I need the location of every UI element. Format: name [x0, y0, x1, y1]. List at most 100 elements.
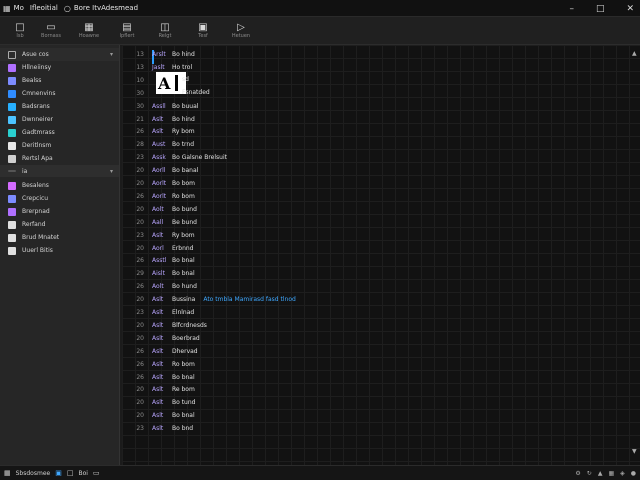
sidebar-item[interactable]: Rertsl Apa — [0, 152, 119, 165]
sidebar-item[interactable]: Besalens — [0, 179, 119, 192]
editor-row[interactable]: 20 Aslt Re bom — [122, 383, 622, 396]
editor-row[interactable]: 20 Aslt Blfcrdnesds — [122, 319, 622, 332]
editor-row[interactable]: 13 Arslt Bo hind — [122, 48, 622, 61]
editor-row[interactable]: 29 Aislt Bo bnal — [122, 267, 622, 280]
row-keyword: Aslt — [152, 296, 164, 304]
row-keyword: Assk — [152, 154, 166, 162]
sidebar-item[interactable]: Brud Mnatet — [0, 231, 119, 244]
close-icon[interactable]: ✕ — [626, 4, 634, 14]
minimize-icon[interactable]: – — [569, 4, 574, 14]
editor-row[interactable]: 26 Aslt Dhervad — [122, 345, 622, 358]
status-count: Boi — [78, 469, 88, 477]
sidebar-item[interactable]: Hllneiinsy — [0, 61, 119, 74]
vertical-scrollbar[interactable]: ▲ ▼ — [632, 50, 638, 455]
row-text: Bo hind — [172, 51, 195, 58]
editor-row[interactable]: 21 Aslt Bo hind — [122, 113, 622, 126]
sidebar-item[interactable]: Brerpnad — [0, 205, 119, 218]
sidebar-header[interactable]: Asue cos ▾ — [0, 48, 119, 61]
editor-row[interactable]: 23 Aslt Bo bnd — [122, 422, 622, 435]
editor-row[interactable]: 30 Assll Bo buual — [122, 100, 622, 113]
sidebar-item[interactable]: Badsrans — [0, 100, 119, 113]
sync-icon[interactable]: ↻ — [587, 470, 592, 477]
scroll-down-icon[interactable]: ▼ — [632, 448, 637, 455]
sidebar-item[interactable]: Crepcicu — [0, 192, 119, 205]
chevron-down-icon[interactable]: ▾ — [110, 168, 113, 175]
tool-button-6[interactable]: ▣ Tesf — [189, 17, 217, 45]
row-text: Dhervad — [172, 347, 198, 355]
menu-item-2[interactable]: ○ Bore ItvAdesmead — [61, 0, 141, 17]
sidebar-item-label: Brerpnad — [22, 208, 50, 215]
row-keyword: Aslt — [152, 231, 164, 239]
line-number: 23 — [136, 309, 144, 316]
editor-row[interactable]: 20 Aorll Bo banal — [122, 164, 622, 177]
row-keyword: Aust — [152, 141, 166, 149]
editor-row[interactable]: 23 Assk Bo Galsne Brelsuit — [122, 151, 622, 164]
editor-row[interactable]: 26 Aorlt Ro bom — [122, 190, 622, 203]
item-icon — [8, 141, 16, 150]
editor-row[interactable]: 20 Aslt Bo bnal — [122, 409, 622, 422]
editor-row[interactable]: 26 Aslt Ro bom — [122, 358, 622, 371]
sidebar-section[interactable]: ia ▾ — [0, 165, 119, 177]
line-number: 20 — [136, 296, 144, 304]
editor-row[interactable]: 26 Aslt Ry bom — [122, 125, 622, 138]
bell-icon[interactable]: ● — [631, 470, 636, 477]
editor-row[interactable]: 26 Aslt Bo bnal — [122, 371, 622, 384]
sidebar-item[interactable]: Rerfand — [0, 218, 119, 231]
row-link[interactable]: Ato tmbla Mamirasd fasd tlnod — [203, 296, 295, 303]
scroll-up-icon[interactable]: ▲ — [632, 50, 637, 57]
maximize-icon[interactable]: □ — [596, 4, 605, 14]
tool-button-2[interactable]: ▭ Bornass — [37, 17, 65, 45]
zoom-icon[interactable]: ◈ — [620, 470, 625, 477]
row-text: Boerbrad — [172, 334, 200, 342]
sidebar-item[interactable]: Cmnenvins — [0, 87, 119, 100]
item-icon — [8, 220, 16, 229]
editor-row[interactable]: 20 Aslt Bussina Ato tmbla Mamirasd fasd tln… — [122, 293, 622, 306]
tool-button-5[interactable]: ◫ Relgt — [151, 17, 179, 45]
screen-icon[interactable]: ▣ — [55, 469, 62, 477]
item-icon — [8, 233, 16, 242]
folder-icon[interactable]: ▭ — [93, 469, 100, 477]
network-icon[interactable]: ▲ — [598, 470, 603, 477]
editor-row[interactable]: 23 Aslt Ry bom — [122, 229, 622, 242]
editor-row[interactable]: 28 Aust Bo trnd — [122, 138, 622, 151]
sidebar-item[interactable]: Uuerl Bitis — [0, 244, 119, 257]
grid-icon[interactable]: ▦ — [4, 469, 11, 477]
editor-row[interactable]: 20 Aslt Bo tund — [122, 396, 622, 409]
row-text: Bo Galsne Brelsuit — [172, 154, 227, 162]
menu-item-1[interactable]: Ifleoitial — [27, 0, 61, 17]
chevron-down-icon[interactable]: ▾ — [110, 51, 113, 58]
line-number: 26 — [136, 128, 144, 136]
table-icon: ▦ — [84, 22, 94, 33]
sidebar-item[interactable]: Gadtmrass — [0, 126, 119, 139]
editor-row[interactable]: 23 Aslt Elnlnad — [122, 306, 622, 319]
editor-row[interactable]: 20 Aolt Bo bund — [122, 203, 622, 216]
tool-button-1[interactable]: □ Isb — [6, 17, 34, 45]
sidebar-item-label: Gadtmrass — [22, 129, 55, 136]
row-keyword: Aslt — [152, 386, 164, 394]
editor-grid[interactable]: 13 Arslt Bo hind 13 Jaslt Ho trol 10 30 30 Assll B… — [122, 45, 640, 465]
document-icon[interactable]: □ — [67, 469, 74, 477]
editor-row[interactable]: 20 Aall Be bund — [122, 216, 622, 229]
editor-row[interactable]: 26 Aolt Bo hund — [122, 280, 622, 293]
tool-button-7[interactable]: ▷ Hetuen — [227, 17, 255, 45]
settings-icon[interactable]: ⚙ — [575, 470, 580, 477]
tool-label: Isb — [16, 33, 24, 39]
editor-row[interactable]: 20 Aslt Boerbrad — [122, 332, 622, 345]
editor-row[interactable]: 26 Asstl Bo bnal — [122, 254, 622, 267]
menu-item-1-label: Ifleoitial — [29, 4, 58, 12]
line-number: 30 — [136, 89, 144, 97]
editor-row[interactable]: 20 Aorlt Bo bom — [122, 177, 622, 190]
app-menu[interactable]: ▦ Mo — [0, 0, 27, 17]
editor-row[interactable]: 13 Jaslt Ho trol — [122, 61, 622, 74]
line-number: 20 — [136, 244, 144, 252]
layout-icon[interactable]: ▦ — [608, 470, 614, 477]
sidebar-item[interactable]: Dwnneirer — [0, 113, 119, 126]
sidebar-item[interactable]: Bealss — [0, 74, 119, 87]
sidebar-item-label: Crepcicu — [22, 195, 49, 202]
item-icon — [8, 115, 16, 124]
editor-row[interactable]: 20 Aorl Erbnnd — [122, 242, 622, 255]
tool-button-4[interactable]: ▤ Ipflert — [113, 17, 141, 45]
item-icon — [8, 76, 16, 85]
sidebar-item[interactable]: Deritlnsm — [0, 139, 119, 152]
tool-button-3[interactable]: ▦ Hoawne — [75, 17, 103, 45]
